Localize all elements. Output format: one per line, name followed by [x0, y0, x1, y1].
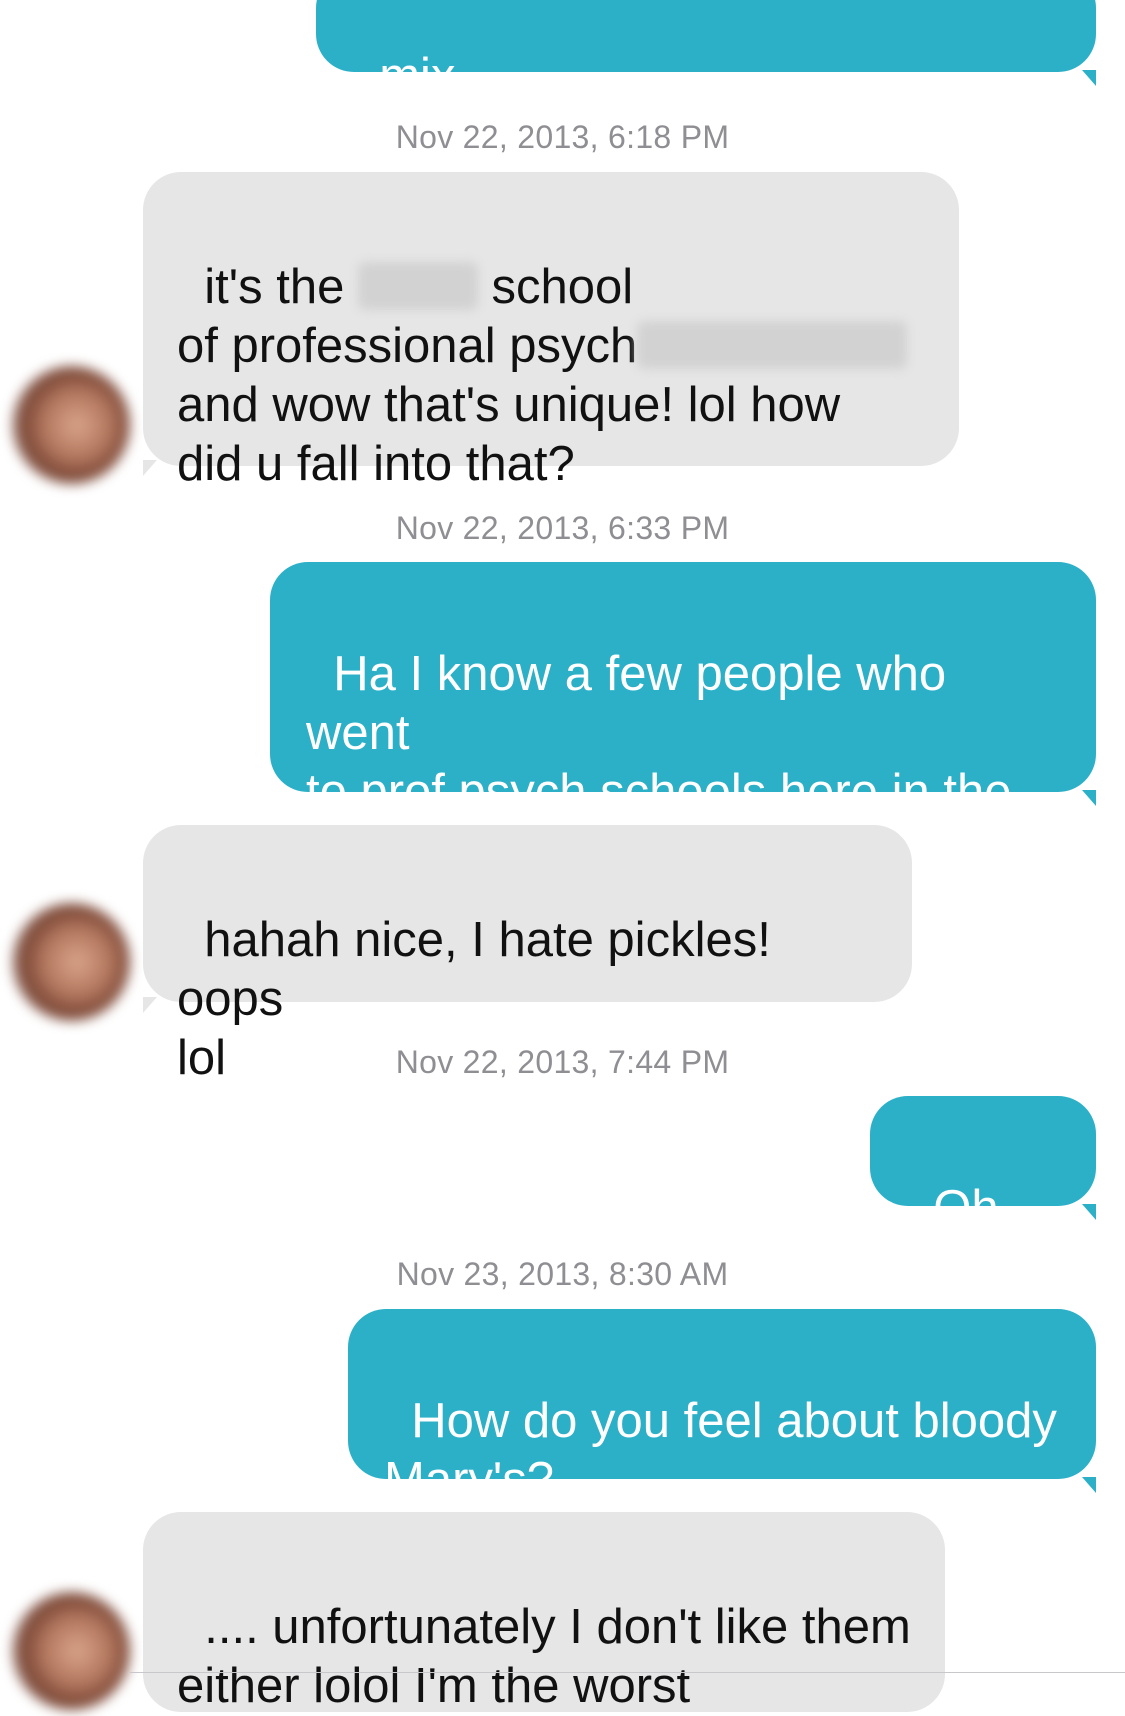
redacted-text	[357, 262, 478, 311]
message-text: .... unfortunately I don't like them eit…	[177, 1600, 911, 1713]
message-text-part: and wow that's unique! lol how did u fal…	[177, 378, 841, 491]
bubble-tail	[1082, 1204, 1096, 1220]
input-bar-divider	[130, 1672, 1125, 1673]
bubble-tail	[1082, 790, 1096, 806]
message-text-part: it's the	[204, 260, 358, 314]
bubble-tail	[1082, 1477, 1096, 1493]
bubble-tail	[1082, 70, 1096, 86]
timestamp: Nov 22, 2013, 6:33 PM	[395, 510, 730, 546]
outgoing-message-bubble[interactable]: How do you feel about bloody Mary's?	[348, 1309, 1096, 1507]
outgoing-message-bubble[interactable]: Oh no!	[870, 1096, 1096, 1294]
redacted-text	[637, 321, 908, 370]
contact-avatar[interactable]	[12, 1592, 130, 1710]
outgoing-message-bubble[interactable]: Ha I know a few people who went to prof …	[270, 562, 1096, 878]
incoming-message-bubble[interactable]: .... unfortunately I don't like them eit…	[143, 1512, 945, 1713]
timestamp: Nov 23, 2013, 8:30 AM	[396, 1256, 729, 1292]
timestamp: Nov 22, 2013, 7:44 PM	[395, 1044, 730, 1080]
message-text: How do you feel about bloody Mary's?	[384, 1394, 1057, 1507]
message-text: mix.	[379, 49, 470, 103]
contact-avatar[interactable]	[12, 366, 130, 484]
bubble-tail	[143, 997, 157, 1013]
outgoing-message-bubble[interactable]: mix.	[316, 0, 1096, 103]
incoming-message-bubble[interactable]: hahah nice, I hate pickles! oops lol	[143, 825, 912, 1085]
contact-avatar[interactable]	[12, 903, 130, 1021]
bubble-tail	[143, 460, 157, 476]
incoming-message-bubble[interactable]: it's the school of professional psych an…	[143, 172, 959, 483]
timestamp: Nov 22, 2013, 6:18 PM	[395, 119, 730, 155]
